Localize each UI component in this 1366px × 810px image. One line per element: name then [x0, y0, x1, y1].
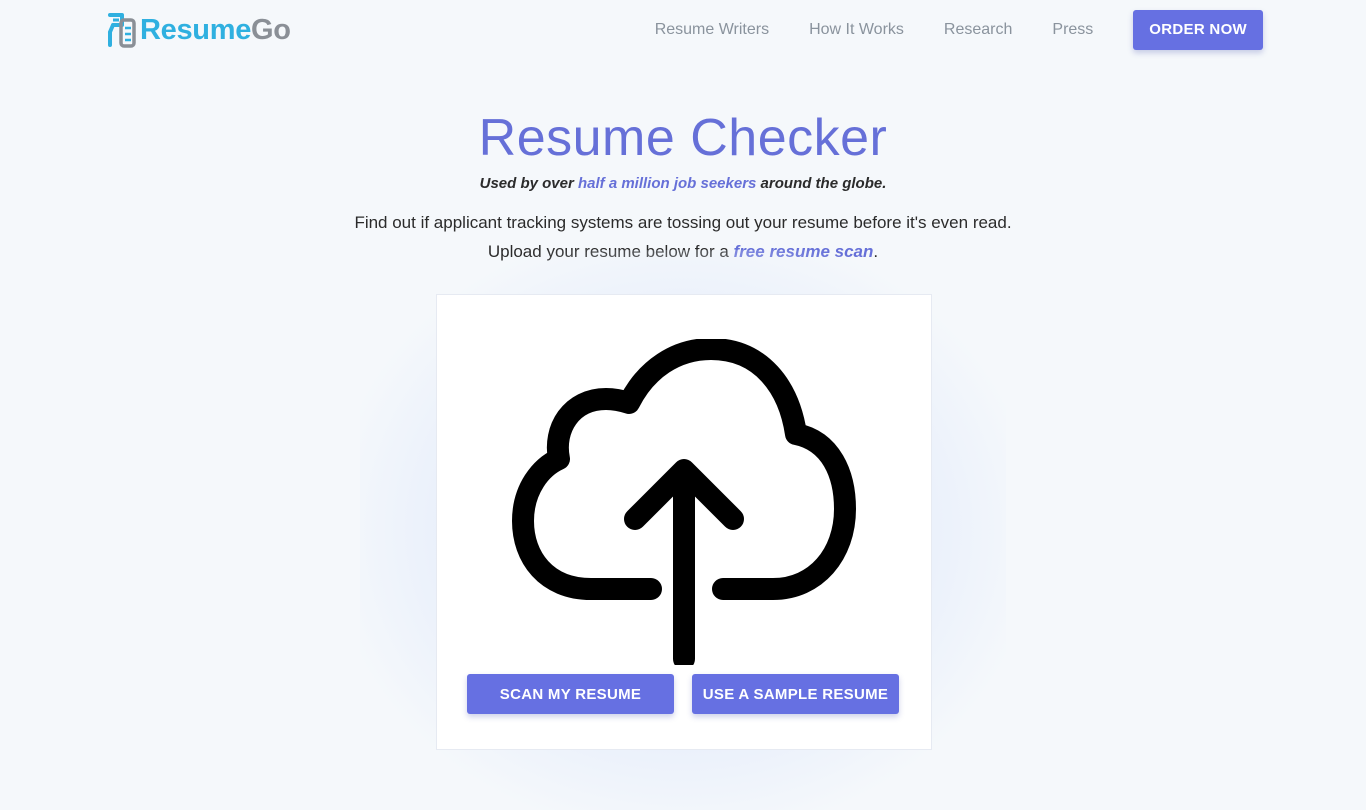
cloud-upload-icon[interactable]: [511, 339, 857, 665]
tagline-highlight: half a million job seekers: [577, 175, 757, 192]
hero-section: Resume Checker Used by over half a milli…: [0, 105, 1366, 266]
tagline: Used by over half a million job seekers …: [0, 175, 1366, 192]
upload-dropzone[interactable]: SCAN MY RESUME USE A SAMPLE RESUME: [436, 294, 932, 750]
nav-research[interactable]: Research: [944, 21, 1012, 39]
page-title: Resume Checker: [478, 109, 888, 167]
nav-resume-writers[interactable]: Resume Writers: [655, 21, 769, 39]
logo-text-go: Go: [251, 14, 291, 46]
nav-press[interactable]: Press: [1052, 21, 1093, 39]
description-line-1: Find out if applicant tracking systems a…: [354, 213, 1012, 232]
main-nav: Resume Writers How It Works Research Pre…: [655, 10, 1263, 50]
resumego-logo-icon: [108, 13, 136, 48]
logo-link[interactable]: ResumeGo: [107, 12, 291, 48]
logo-text-resume: Resume: [140, 14, 252, 46]
tagline-suffix: around the globe.: [756, 175, 887, 192]
scan-my-resume-button[interactable]: SCAN MY RESUME: [467, 674, 674, 714]
site-header: ResumeGo Resume Writers How It Works Res…: [0, 0, 1366, 62]
use-sample-resume-button[interactable]: USE A SAMPLE RESUME: [692, 674, 899, 714]
tagline-prefix: Used by over: [479, 175, 578, 192]
nav-how-it-works[interactable]: How It Works: [809, 21, 904, 39]
logo-text: ResumeGo: [140, 12, 291, 48]
order-now-button[interactable]: ORDER NOW: [1133, 10, 1263, 50]
